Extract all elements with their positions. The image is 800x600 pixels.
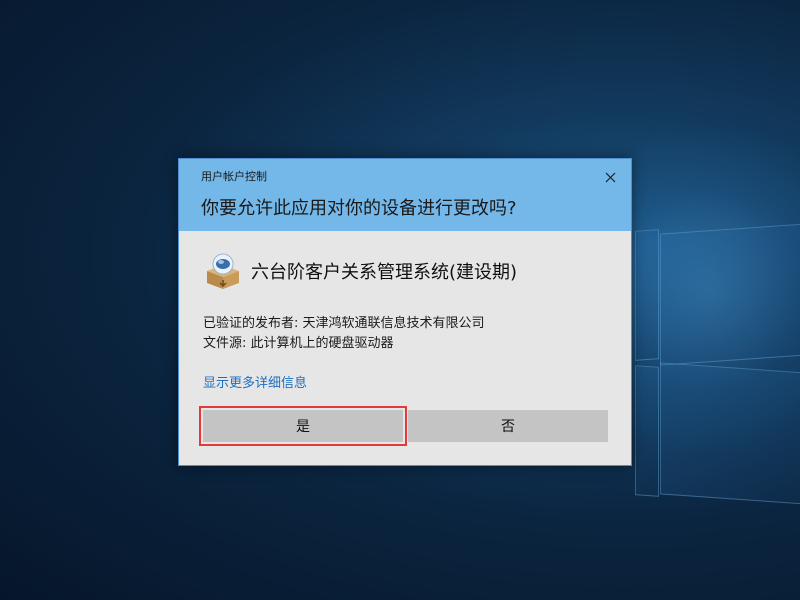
- installer-box-icon: [203, 251, 243, 291]
- windows-logo-pane: [635, 229, 659, 361]
- show-details-link[interactable]: 显示更多详细信息: [203, 372, 307, 391]
- yes-button[interactable]: 是: [199, 406, 407, 446]
- windows-logo-pane: [635, 365, 659, 497]
- publisher-line: 已验证的发布者: 天津鸿软通联信息技术有限公司: [203, 316, 485, 331]
- uac-dialog: 用户帐户控制 你要允许此应用对你的设备进行更改吗? 六台阶客户关系管理系统(建设…: [178, 158, 632, 466]
- windows-logo-pane: [660, 362, 800, 506]
- close-icon: [605, 172, 615, 182]
- app-name: 六台阶客户关系管理系统(建设期): [251, 262, 518, 283]
- dialog-question: 你要允许此应用对你的设备进行更改吗?: [201, 198, 517, 219]
- app-row: 六台阶客户关系管理系统(建设期): [203, 251, 517, 291]
- publisher-info: 已验证的发布者: 天津鸿软通联信息技术有限公司 文件源: 此计算机上的硬盘驱动器: [203, 314, 485, 354]
- dialog-header: 用户帐户控制 你要允许此应用对你的设备进行更改吗?: [179, 159, 631, 231]
- no-button[interactable]: 否: [408, 410, 608, 442]
- dialog-title: 用户帐户控制: [201, 170, 267, 183]
- windows-logo-pane: [660, 222, 800, 366]
- close-button[interactable]: [599, 167, 621, 187]
- source-line: 文件源: 此计算机上的硬盘驱动器: [203, 336, 394, 351]
